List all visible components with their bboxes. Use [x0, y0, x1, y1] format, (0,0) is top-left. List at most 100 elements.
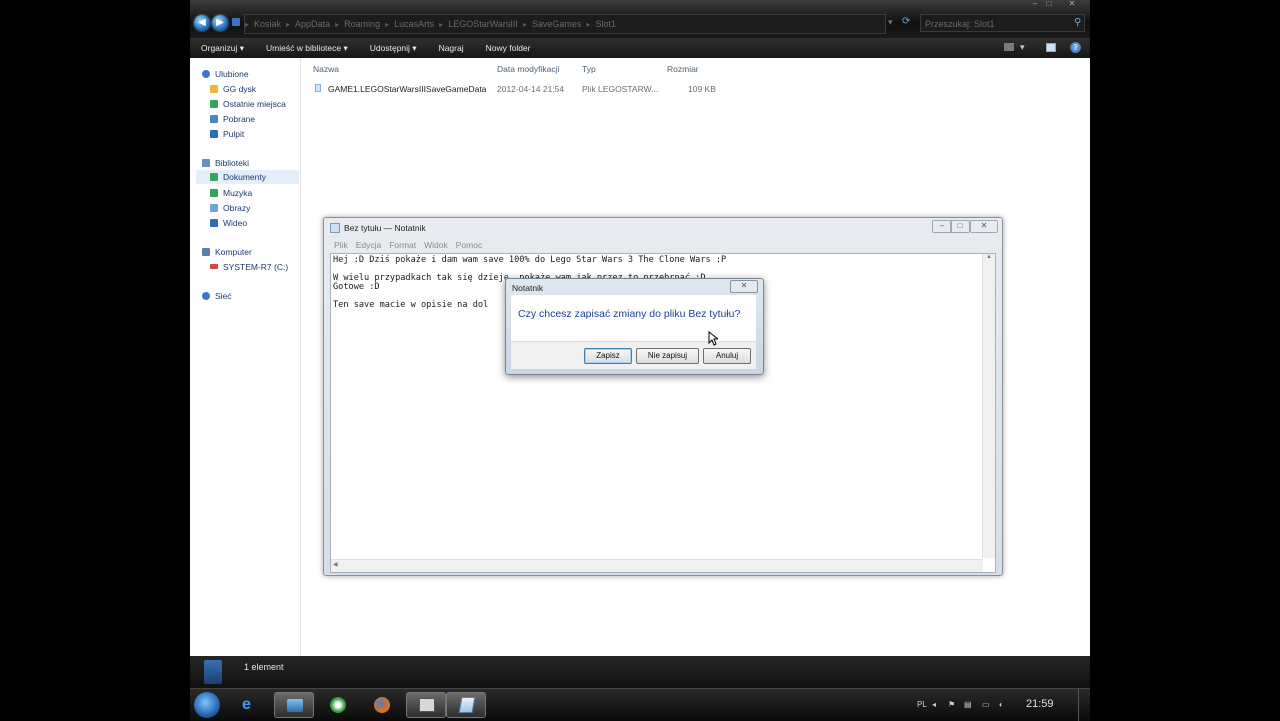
text-line: Hej :D Dziś pokaże i dam wam save 100% d… — [333, 255, 727, 265]
menu-view[interactable]: Widok — [420, 240, 452, 252]
taskbar: e PL ◂ ⚑ ▤ ▭ ◖ 21:59 — [190, 688, 1090, 721]
include-in-library-button[interactable]: Umieść w bibliotece ▾ — [255, 43, 359, 54]
breadcrumb-item[interactable]: LEGOStarWarsIII — [443, 19, 523, 29]
maximize-icon[interactable]: □ — [1042, 0, 1056, 8]
nav-favorites[interactable]: Ulubione — [202, 67, 249, 80]
menu-format[interactable]: Format — [385, 240, 420, 252]
menu-edit[interactable]: Edycja — [352, 240, 386, 252]
file-type: Plik LEGOSTARW... — [582, 84, 659, 94]
nav-item-music[interactable]: Muzyka — [210, 186, 252, 199]
notepad-icon — [458, 697, 476, 713]
desktop-icon — [210, 129, 218, 138]
table-row[interactable]: GAME1.LEGOStarWarsIIISaveGameData 2012-0… — [301, 58, 1090, 98]
nav-item-label: Muzyka — [223, 187, 253, 198]
network-icon — [202, 291, 210, 300]
cancel-button[interactable]: Anuluj — [703, 348, 751, 364]
nav-item-label: Ostatnie miejsca — [223, 98, 286, 109]
clock[interactable]: 21:59 — [1026, 698, 1054, 710]
vertical-scrollbar[interactable]: ▲ — [982, 254, 995, 558]
refresh-icon[interactable]: ⟳ — [902, 16, 910, 27]
forward-arrow-icon[interactable]: ▶ — [212, 15, 228, 31]
recent-pages-icon[interactable] — [232, 18, 240, 26]
nav-computer[interactable]: Komputer — [202, 245, 252, 258]
nav-item-drive-c[interactable]: SYSTEM-R7 (C:) — [210, 260, 288, 273]
dont-save-button[interactable]: Nie zapisuj — [636, 348, 699, 364]
taskbar-notepad[interactable] — [446, 692, 486, 718]
library-icon — [202, 158, 210, 167]
breadcrumb-item[interactable]: SaveGames — [527, 19, 587, 29]
close-icon[interactable]: ✕ — [1058, 0, 1086, 8]
action-center-icon[interactable]: ⚑ — [948, 700, 955, 709]
internet-explorer-icon: e — [242, 696, 251, 713]
burn-button[interactable]: Nagraj — [428, 43, 475, 53]
nav-item-label: GG dysk — [223, 83, 257, 94]
close-icon[interactable]: ✕ — [970, 220, 998, 233]
firefox-icon — [374, 697, 390, 713]
explorer-titlebar: ◀ ▶ ▸ Kosiak ▸ AppData ▸ Roaming ▸ Lucas… — [190, 0, 1090, 38]
menu-file[interactable]: Plik — [330, 240, 352, 252]
download-icon — [210, 114, 218, 123]
battery-icon[interactable]: ▭ — [982, 700, 990, 709]
start-button[interactable] — [194, 692, 220, 718]
horizontal-scrollbar[interactable]: ◀ — [331, 559, 983, 572]
recent-places-icon — [210, 99, 218, 108]
taskbar-firefox[interactable] — [362, 692, 402, 718]
show-desktop-button[interactable] — [1078, 689, 1091, 721]
scroll-left-icon[interactable]: ◀ — [333, 561, 338, 568]
address-dropdown-icon[interactable]: ▾ — [888, 17, 893, 28]
notepad-app-icon — [330, 223, 340, 233]
tray-expand-icon[interactable]: ◂ — [932, 700, 936, 709]
breadcrumb-item[interactable]: LucasArts — [389, 19, 439, 29]
close-icon[interactable]: ✕ — [730, 280, 758, 293]
taskbar-capture-app[interactable] — [406, 692, 446, 718]
preview-pane-icon[interactable] — [1046, 43, 1056, 52]
volume-icon[interactable]: ◖ — [998, 700, 1003, 709]
network-status-icon[interactable]: ▤ — [964, 700, 972, 709]
nav-item-recent-places[interactable]: Ostatnie miejsca — [210, 97, 286, 110]
chevron-down-icon[interactable]: ▾ — [1020, 42, 1025, 53]
maximize-icon[interactable]: □ — [950, 220, 970, 233]
file-date: 2012-04-14 21:54 — [497, 84, 565, 94]
search-placeholder: Przeszukaj: Slot1 — [925, 19, 995, 29]
file-size: 109 KB — [688, 84, 716, 94]
nav-item-label: Dokumenty — [223, 172, 266, 182]
pictures-icon — [210, 203, 218, 212]
nav-item-downloads[interactable]: Pobrane — [210, 112, 255, 125]
nav-item-gg-dysk[interactable]: GG dysk — [210, 82, 256, 95]
share-button[interactable]: Udostępnij ▾ — [359, 43, 428, 54]
back-arrow-icon[interactable]: ◀ — [194, 15, 210, 31]
new-folder-button[interactable]: Nowy folder — [475, 43, 542, 53]
nav-item-documents[interactable]: Dokumenty — [196, 170, 299, 184]
text-line: Gotowe :D — [333, 282, 380, 292]
breadcrumb-item[interactable]: AppData — [290, 19, 335, 29]
nav-libraries[interactable]: Biblioteki — [202, 156, 249, 169]
search-input[interactable]: Przeszukaj: Slot1 — [920, 14, 1085, 32]
minimize-icon[interactable]: – — [932, 220, 952, 233]
search-icon[interactable]: ⚲ — [1074, 17, 1081, 28]
breadcrumb-item[interactable]: Roaming — [339, 19, 385, 29]
taskbar-explorer[interactable] — [274, 692, 314, 718]
nav-item-videos[interactable]: Wideo — [210, 216, 247, 229]
breadcrumb-item[interactable]: Kosiak — [249, 19, 286, 29]
notepad-window: Bez tytułu — Notatnik – □ ✕ Plik Edycja … — [323, 217, 1003, 576]
taskbar-media-player[interactable] — [318, 692, 358, 718]
star-icon — [202, 69, 210, 78]
save-button[interactable]: Zapisz — [584, 348, 632, 364]
taskbar-ie[interactable]: e — [230, 692, 270, 718]
nav-item-desktop[interactable]: Pulpit — [210, 127, 244, 140]
nav-item-label: Pobrane — [223, 113, 256, 124]
help-icon[interactable]: ? — [1070, 42, 1081, 53]
organize-button[interactable]: Organizuj ▾ — [190, 43, 255, 54]
address-bar[interactable]: ▸ Kosiak ▸ AppData ▸ Roaming ▸ LucasArts… — [244, 14, 886, 34]
minimize-icon[interactable]: – — [1028, 0, 1042, 8]
scroll-up-icon[interactable]: ▲ — [983, 254, 995, 260]
computer-icon — [202, 247, 210, 256]
view-options-icon[interactable] — [1004, 43, 1014, 51]
nav-item-pictures[interactable]: Obrazy — [210, 201, 250, 214]
dialog-body: Czy chcesz zapisać zmiany do pliku Bez t… — [511, 295, 756, 341]
nav-network[interactable]: Sieć — [202, 289, 232, 302]
notepad-title: Bez tytułu — Notatnik — [344, 223, 426, 233]
menu-help[interactable]: Pomoc — [452, 240, 486, 252]
language-indicator[interactable]: PL — [917, 700, 927, 709]
breadcrumb-item[interactable]: Slot1 — [590, 19, 621, 29]
